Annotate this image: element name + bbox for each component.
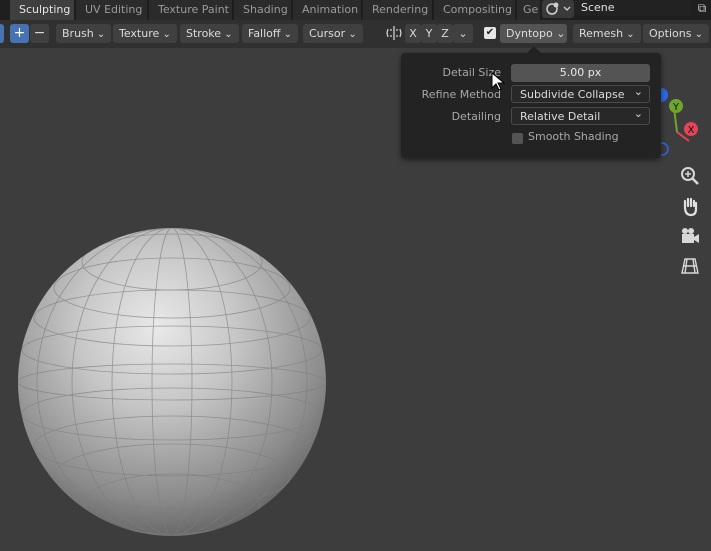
falloff-menu-label: Falloff [248,27,281,40]
tab-sculpting[interactable]: Sculpting [10,0,75,20]
viewport-header: + − Brush Texture Stroke Falloff Cursor … [0,20,711,48]
scene-name-field[interactable]: Scene [574,0,691,16]
brush-direction-add-button[interactable]: + [10,24,29,43]
options-label: Options [649,27,692,40]
brush-menu[interactable]: Brush [56,24,112,43]
remesh-menu[interactable]: Remesh [573,24,641,43]
dyntopo-dropdown[interactable]: Dyntopo ⌄ [500,24,567,43]
symmetry-icon[interactable] [383,24,405,43]
editor-type-edge[interactable] [0,24,4,43]
texture-menu-label: Texture [119,27,160,40]
camera-icon[interactable] [678,225,702,249]
refine-method-label: Refine Method [421,88,501,101]
remesh-label: Remesh [579,27,624,40]
refine-method-dropdown[interactable]: Subdivide Collapse [511,83,650,103]
hand-pan-icon[interactable] [678,195,702,219]
detailing-label: Detailing [451,110,501,123]
symmetry-options-dropdown[interactable]: ⌄ [453,24,473,43]
gizmo-x-label: X [688,125,695,136]
tab-texture-paint[interactable]: Texture Paint [149,0,233,20]
brush-menu-label: Brush [62,27,94,40]
texture-menu[interactable]: Texture [113,24,177,43]
tab-geometry-nodes[interactable]: Ge [517,0,541,20]
symmetry-z-toggle[interactable]: Z [437,24,453,43]
symmetry-y-toggle[interactable]: Y [421,24,437,43]
stroke-menu[interactable]: Stroke [180,24,239,43]
dyntopo-checkbox[interactable]: ✔ [484,27,496,39]
dyntopo-popover: Detail Size 5.00 px Refine Method Subdiv… [401,53,661,158]
symmetry-x-toggle[interactable]: X [405,24,421,43]
falloff-menu[interactable]: Falloff [242,24,299,43]
workspace-tabs-bar: Sculpting UV Editing Texture Paint Shadi… [0,0,711,20]
tab-uv-editing[interactable]: UV Editing [76,0,148,20]
refine-method-value: Subdivide Collapse [520,88,625,101]
smooth-shading-label[interactable]: Smooth Shading [528,130,619,143]
scene-selector-icon[interactable] [542,0,574,18]
brush-direction-subtract-button[interactable]: − [30,24,49,43]
cursor-menu[interactable]: Cursor [303,24,363,43]
gizmo-y-label: Y [672,102,680,113]
tab-animation[interactable]: Animation [293,0,362,20]
copy-scene-icon[interactable]: ⧉ [693,0,711,16]
tab-rendering[interactable]: Rendering [363,0,433,20]
detailing-value: Relative Detail [520,110,601,123]
detail-size-field[interactable]: 5.00 px [511,64,650,82]
dyntopo-label: Dyntopo [506,27,553,40]
tab-shading[interactable]: Shading [234,0,292,20]
tab-compositing[interactable]: Compositing [434,0,516,20]
cursor-menu-label: Cursor [309,27,346,40]
stroke-menu-label: Stroke [186,27,222,40]
grid-ortho-icon[interactable] [678,255,702,279]
options-menu[interactable]: Options [643,24,710,43]
smooth-shading-checkbox[interactable] [512,133,523,144]
zoom-icon[interactable] [678,165,702,189]
detailing-dropdown[interactable]: Relative Detail [511,105,650,125]
mouse-cursor-icon [491,71,506,95]
